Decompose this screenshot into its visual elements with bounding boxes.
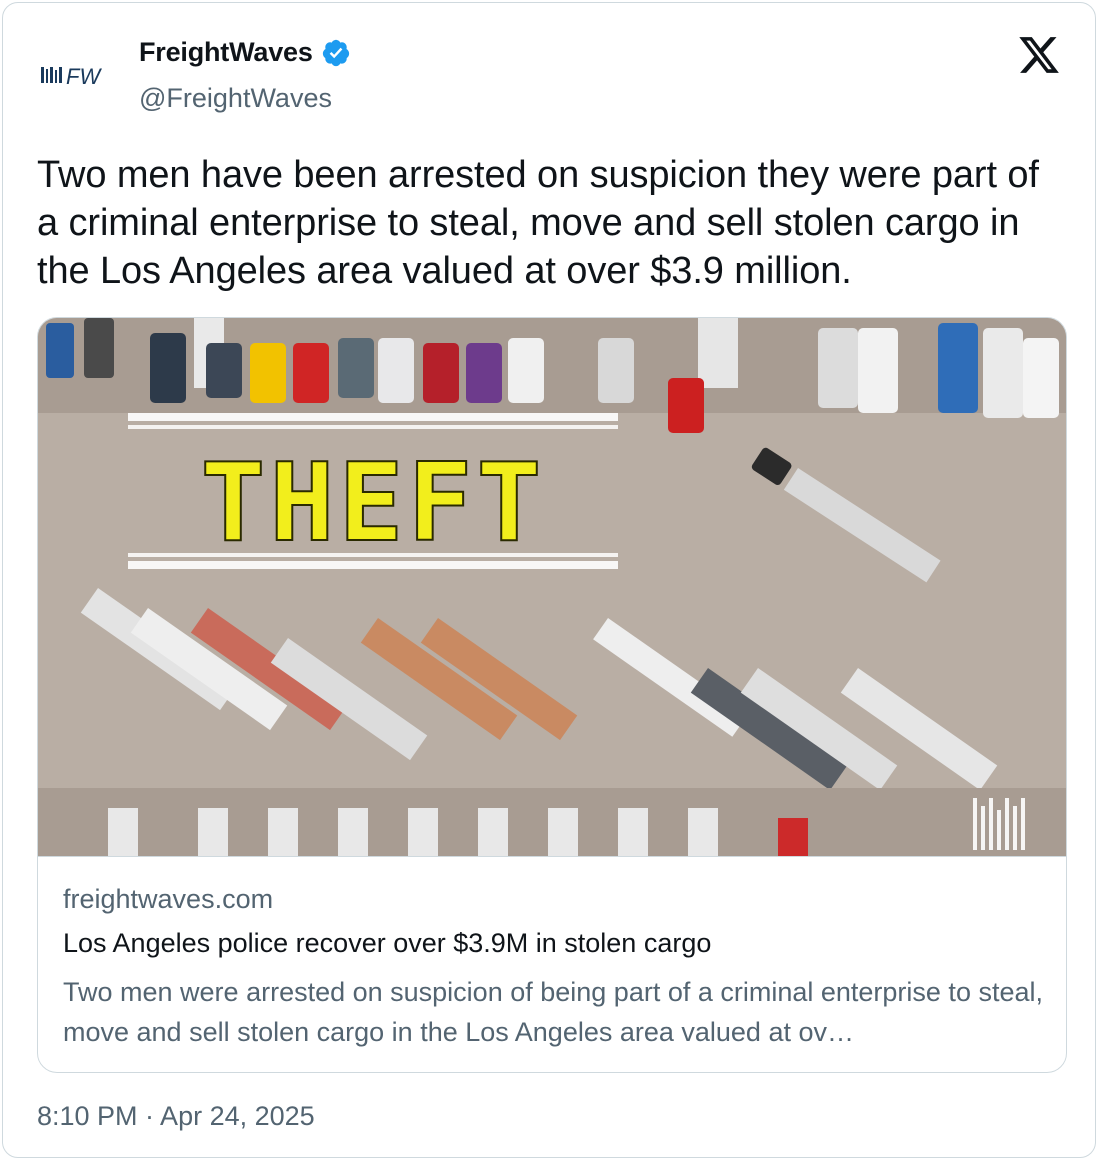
card-title[interactable]: Los Angeles police recover over $3.9M in…	[63, 928, 711, 959]
card-description: Two men were arrested on suspicion of be…	[63, 977, 1043, 1047]
tweet-timestamp[interactable]: 8:10 PM · Apr 24, 2025	[37, 1101, 315, 1132]
verified-badge-icon	[322, 39, 349, 66]
freightwaves-logo-icon: FW	[41, 64, 102, 89]
article-image[interactable]: THEFT	[38, 318, 1067, 856]
link-preview-card[interactable]: THEFT freightwaves.com Los Angeles polic…	[37, 317, 1067, 1073]
card-domain: freightwaves.com	[63, 884, 274, 914]
author-handle[interactable]: @FreightWaves	[139, 83, 332, 114]
x-logo-icon[interactable]	[1017, 33, 1061, 77]
tweet-text: Two men have been arrested on suspicion …	[37, 154, 1039, 292]
tweet-card[interactable]: FW FreightWaves @FreightWaves Two men ha…	[2, 2, 1096, 1158]
theft-label: THEFT	[200, 441, 545, 566]
avatar[interactable]: FW	[39, 45, 123, 105]
avatar-text: FW	[66, 64, 102, 89]
author-name[interactable]: FreightWaves	[139, 37, 313, 68]
card-divider	[38, 856, 1066, 857]
